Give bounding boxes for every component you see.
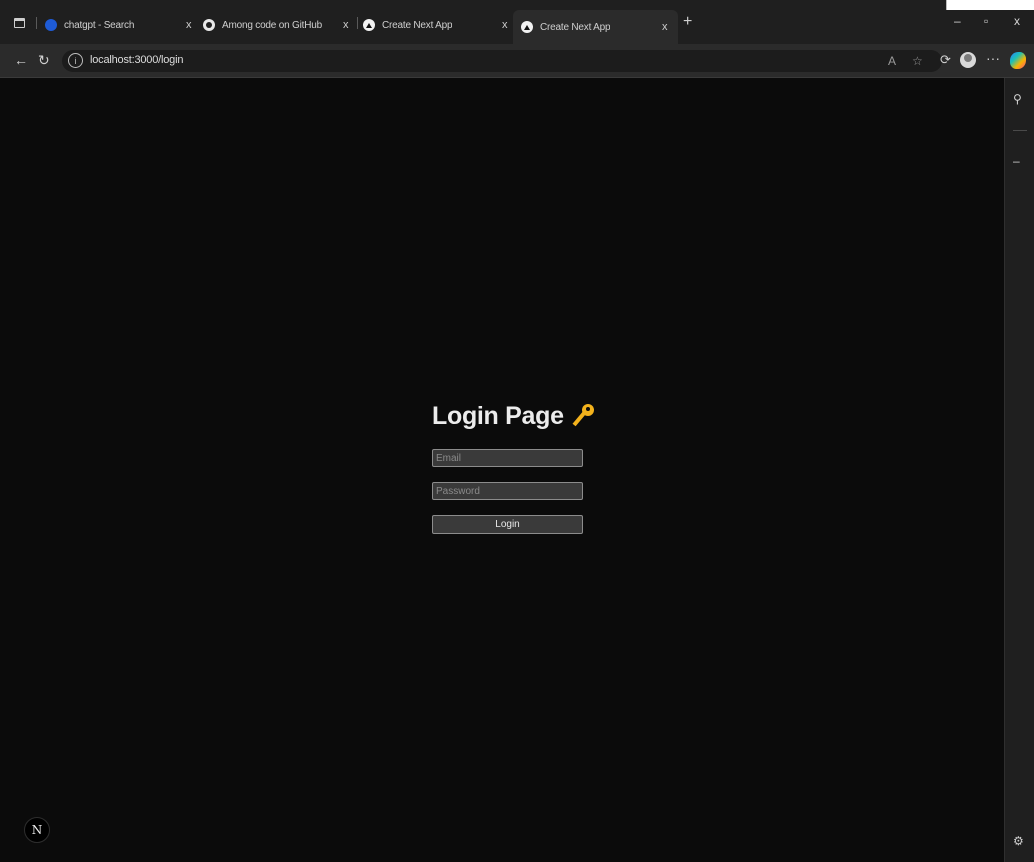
browser-sidebar: ⚲ – ⚙: [1004, 78, 1034, 862]
extensions-icon[interactable]: ⟳: [940, 52, 951, 68]
email-field[interactable]: [432, 449, 583, 467]
tab-create-next-app[interactable]: Create Next App x: [363, 14, 513, 36]
next-dev-indicator[interactable]: N: [24, 817, 50, 843]
restore-button[interactable]: ▫: [984, 14, 988, 28]
tab-close-icon[interactable]: x: [502, 19, 508, 31]
tab-actions-icon: [13, 18, 25, 28]
tab-close-icon[interactable]: x: [662, 21, 668, 33]
tab-github[interactable]: Among code on GitHub x: [203, 14, 355, 36]
browser-tab-strip: chatgpt - Search x Among code on GitHub …: [0, 0, 1034, 44]
new-tab-button[interactable]: +: [683, 13, 692, 31]
copilot-icon[interactable]: [1010, 52, 1026, 69]
settings-icon[interactable]: ⚙: [1013, 834, 1024, 848]
read-aloud-icon[interactable]: A: [888, 54, 896, 68]
page-viewport: Login Page Login N: [0, 79, 1004, 862]
next-app-icon: [521, 21, 533, 33]
search-icon[interactable]: ⚲: [1013, 92, 1022, 106]
tab-separator: [357, 17, 358, 29]
tab-create-next-app-active[interactable]: Create Next App x: [513, 10, 678, 44]
bing-search-icon: [45, 19, 57, 31]
refresh-icon[interactable]: ↻: [38, 52, 50, 69]
password-field[interactable]: [432, 482, 583, 500]
more-options-icon[interactable]: ···: [986, 50, 1000, 66]
sidebar-divider: [1013, 130, 1027, 131]
tab-label: chatgpt - Search: [64, 19, 135, 31]
tab-label: Create Next App: [540, 21, 611, 33]
next-app-icon: [363, 19, 375, 31]
tab-label: Create Next App: [382, 19, 453, 31]
tab-label: Among code on GitHub: [222, 19, 322, 31]
page-title: Login Page: [432, 402, 594, 431]
key-emoji-icon: [572, 403, 594, 430]
tab-separator: [36, 17, 37, 29]
window-top-edge: [946, 0, 1034, 10]
site-info-icon[interactable]: i: [68, 53, 83, 68]
browser-toolbar: ← ↻ i localhost:3000/login A ☆ ⟳ ···: [0, 44, 1034, 78]
url-text[interactable]: localhost:3000/login: [90, 54, 183, 66]
address-bar[interactable]: i localhost:3000/login A ☆: [62, 50, 942, 72]
tab-close-icon[interactable]: x: [186, 19, 192, 31]
login-button[interactable]: Login: [432, 515, 583, 534]
favorite-star-icon[interactable]: ☆: [912, 54, 923, 68]
profile-avatar-icon[interactable]: [960, 52, 976, 68]
github-icon: [203, 19, 215, 31]
minus-icon[interactable]: –: [1013, 154, 1020, 168]
page-title-text: Login Page: [432, 402, 564, 430]
tab-actions-button[interactable]: [8, 14, 30, 32]
close-window-button[interactable]: x: [1014, 14, 1020, 28]
minimize-button[interactable]: –: [954, 14, 961, 28]
back-arrow-icon[interactable]: ←: [14, 52, 28, 68]
tab-chatgpt-search[interactable]: chatgpt - Search x: [45, 14, 205, 36]
tab-close-icon[interactable]: x: [343, 19, 349, 31]
